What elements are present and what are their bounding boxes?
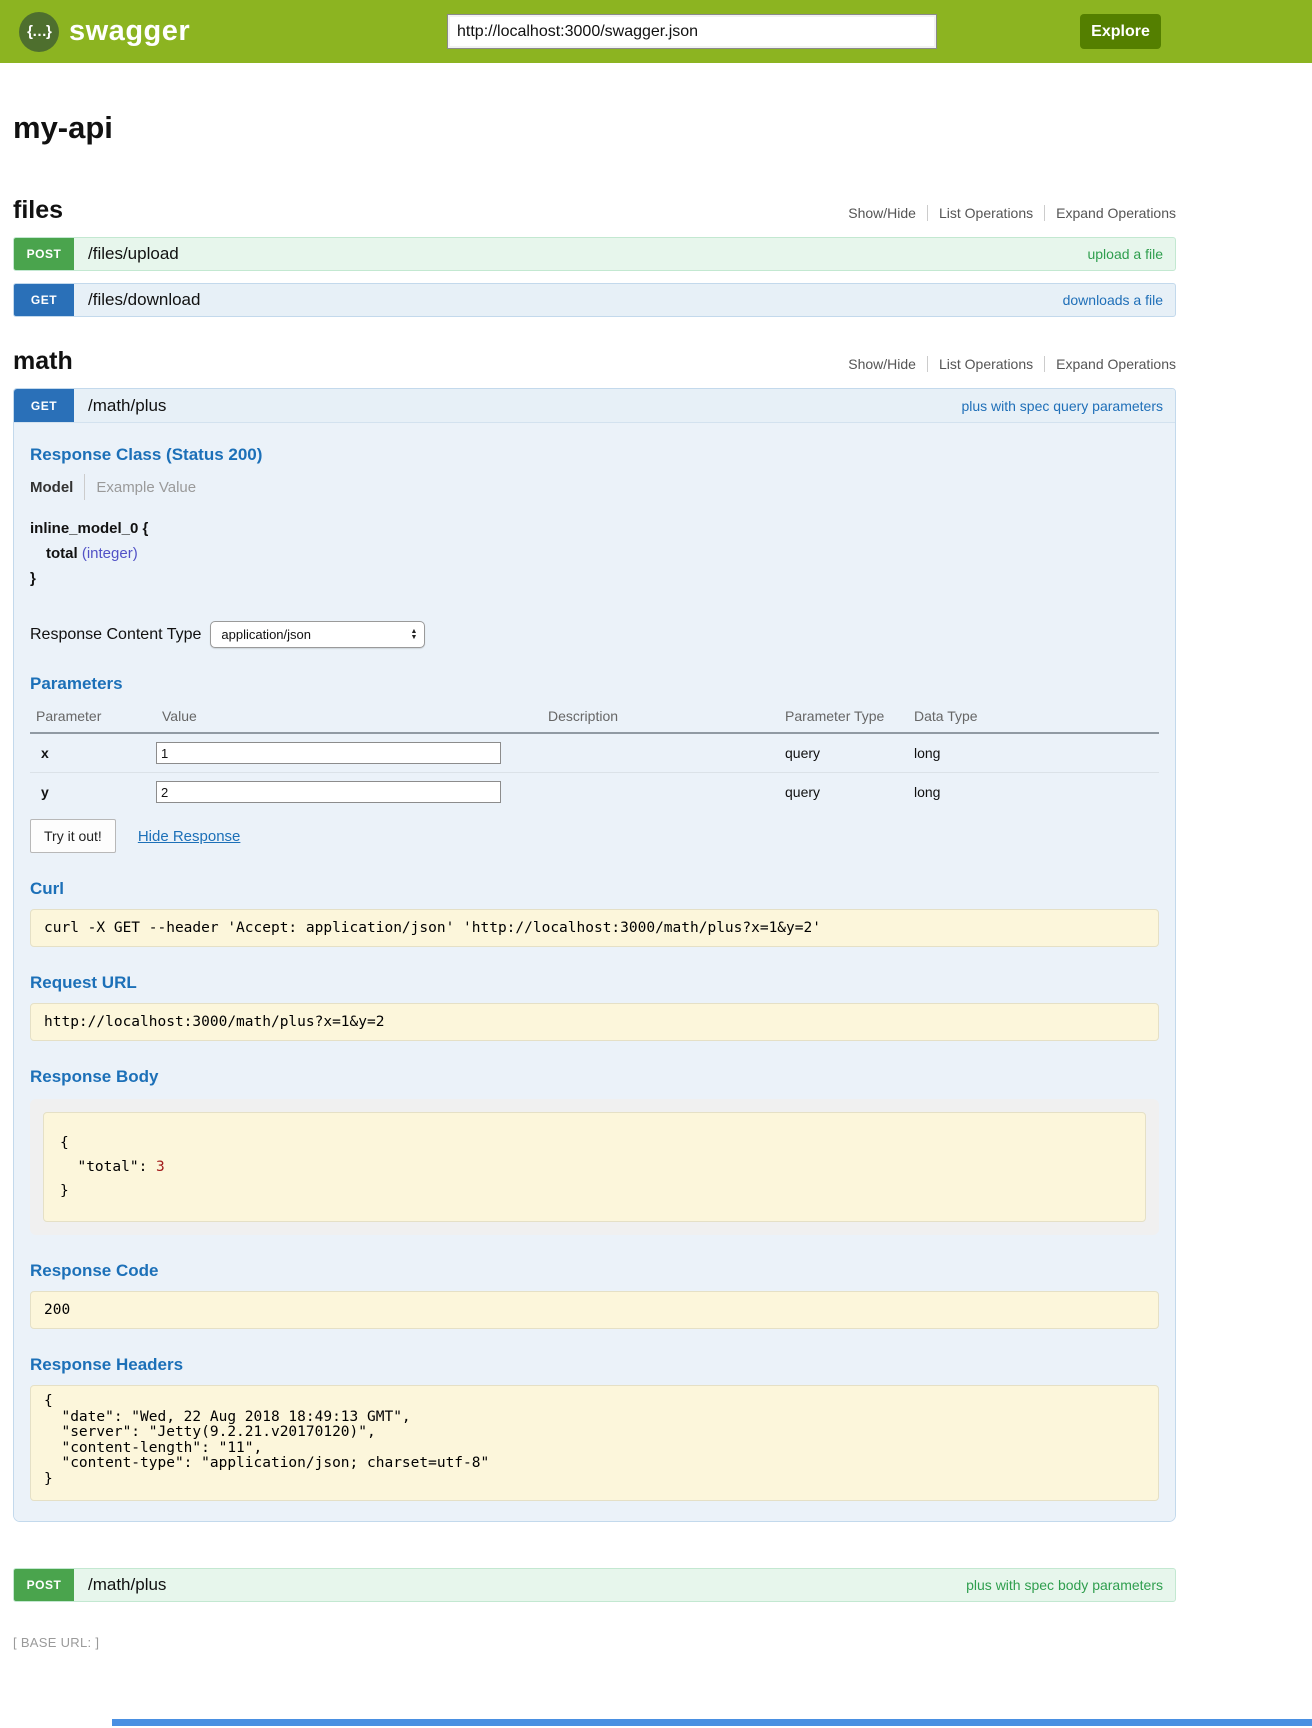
parameters-table: Parameter Value Description Parameter Ty…	[30, 702, 1159, 811]
response-body-heading: Response Body	[30, 1067, 1159, 1087]
parameters-table-header: Parameter Value Description Parameter Ty…	[30, 702, 1159, 734]
expand-operations-link[interactable]: Expand Operations	[1056, 356, 1176, 372]
actions-row: Try it out! Hide Response	[30, 819, 1159, 853]
expand-operations-link[interactable]: Expand Operations	[1056, 205, 1176, 221]
request-url-value: http://localhost:3000/math/plus?x=1&y=2	[30, 1003, 1159, 1041]
param-name: x	[30, 745, 156, 761]
col-header-description: Description	[542, 702, 779, 732]
parameters-heading: Parameters	[30, 674, 1159, 694]
model-property: total (integer)	[30, 541, 1159, 566]
table-row: y query long	[30, 773, 1159, 811]
show-hide-link[interactable]: Show/Hide	[848, 356, 916, 372]
response-headers-json: { "date": "Wed, 22 Aug 2018 18:49:13 GMT…	[30, 1385, 1159, 1501]
col-header-parameter: Parameter	[30, 702, 156, 732]
swagger-logo[interactable]: {…} swagger	[19, 12, 190, 52]
list-operations-link[interactable]: List Operations	[939, 205, 1033, 221]
operation-path-link[interactable]: /math/plus	[88, 1575, 166, 1595]
method-badge-get: GET	[14, 389, 74, 422]
header-bar: {…} swagger Explore	[0, 0, 1312, 63]
operation-path-link[interactable]: /files/upload	[88, 244, 179, 264]
method-badge-post: POST	[14, 1569, 74, 1601]
response-code-heading: Response Code	[30, 1261, 1159, 1281]
table-row: x query long	[30, 734, 1159, 773]
api-title: my-api	[13, 110, 1176, 146]
operation-content: Response Class (Status 200) Model Exampl…	[14, 423, 1175, 1521]
operation-row-post-math-plus[interactable]: POST /math/plus plus with spec body para…	[13, 1568, 1176, 1602]
divider	[1044, 205, 1045, 221]
tab-example-value[interactable]: Example Value	[96, 479, 196, 496]
operation-path-link[interactable]: /math/plus	[88, 396, 166, 416]
model-signature: inline_model_0 { total (integer) }	[30, 516, 1159, 591]
param-y-value-input[interactable]	[156, 781, 501, 803]
divider	[927, 205, 928, 221]
param-type: query	[779, 745, 908, 761]
operation-summary-link[interactable]: downloads a file	[1063, 292, 1163, 308]
section-title-math: math	[13, 347, 73, 376]
col-header-parameter-type: Parameter Type	[779, 702, 908, 732]
swagger-braces-icon: {…}	[19, 12, 59, 52]
col-header-value: Value	[156, 702, 542, 732]
operation-row-get-files-download[interactable]: GET /files/download downloads a file	[13, 283, 1176, 317]
param-name: y	[30, 784, 156, 800]
method-badge-get: GET	[14, 284, 74, 316]
model-name: inline_model_0 {	[30, 516, 1159, 541]
try-it-out-button[interactable]: Try it out!	[30, 819, 116, 853]
explore-button[interactable]: Explore	[1080, 14, 1161, 49]
section-title-files: files	[13, 196, 63, 225]
param-data-type: long	[908, 745, 1159, 761]
spec-url-input[interactable]	[447, 14, 937, 49]
request-url-heading: Request URL	[30, 973, 1159, 993]
divider	[927, 356, 928, 372]
operation-summary-link[interactable]: plus with spec query parameters	[961, 398, 1163, 414]
signature-tabs: Model Example Value	[30, 474, 1159, 500]
operation-summary-link[interactable]: upload a file	[1087, 246, 1163, 262]
curl-command: curl -X GET --header 'Accept: applicatio…	[30, 909, 1159, 947]
model-property-type: (integer)	[82, 545, 138, 562]
param-type: query	[779, 784, 908, 800]
model-close-brace: }	[30, 566, 1159, 591]
hide-response-link[interactable]: Hide Response	[138, 828, 241, 845]
operation-expanded-get-math-plus: GET /math/plus plus with spec query para…	[13, 388, 1176, 1522]
col-header-data-type: Data Type	[908, 702, 1159, 732]
operation-path-link[interactable]: /files/download	[88, 290, 200, 310]
tab-model[interactable]: Model	[30, 479, 73, 496]
response-content-type-row: Response Content Type application/json ▲…	[30, 621, 1159, 648]
content-wrap: my-api files Show/Hide List Operations E…	[13, 110, 1176, 1650]
section-header-files: files Show/Hide List Operations Expand O…	[13, 196, 1176, 225]
operation-summary-link[interactable]: plus with spec body parameters	[966, 1577, 1163, 1593]
response-content-type-select[interactable]: application/json ▲▼	[210, 621, 425, 648]
response-class-heading: Response Class (Status 200)	[30, 445, 1159, 465]
swagger-logo-text: swagger	[69, 15, 190, 48]
param-data-type: long	[908, 784, 1159, 800]
response-body-container: { "total": 3 }	[30, 1099, 1159, 1235]
response-content-type-label: Response Content Type	[30, 626, 201, 644]
response-code-value: 200	[30, 1291, 1159, 1329]
param-x-value-input[interactable]	[156, 742, 501, 764]
operation-row-get-math-plus[interactable]: GET /math/plus plus with spec query para…	[14, 389, 1175, 423]
curl-heading: Curl	[30, 879, 1159, 899]
divider	[1044, 356, 1045, 372]
response-body-json: { "total": 3 }	[43, 1112, 1146, 1222]
show-hide-link[interactable]: Show/Hide	[848, 205, 916, 221]
json-number-value: 3	[156, 1159, 165, 1175]
section-header-math: math Show/Hide List Operations Expand Op…	[13, 347, 1176, 376]
section-controls-files: Show/Hide List Operations Expand Operati…	[848, 205, 1176, 221]
divider	[84, 474, 85, 500]
select-arrows-icon: ▲▼	[410, 629, 417, 641]
base-url-label: [ BASE URL: ]	[13, 1635, 1176, 1650]
response-headers-heading: Response Headers	[30, 1355, 1159, 1375]
section-controls-math: Show/Hide List Operations Expand Operati…	[848, 356, 1176, 372]
list-operations-link[interactable]: List Operations	[939, 356, 1033, 372]
selected-content-type: application/json	[221, 627, 311, 642]
method-badge-post: POST	[14, 238, 74, 270]
operation-row-post-files-upload[interactable]: POST /files/upload upload a file	[13, 237, 1176, 271]
bottom-blue-bar	[112, 1719, 1312, 1726]
